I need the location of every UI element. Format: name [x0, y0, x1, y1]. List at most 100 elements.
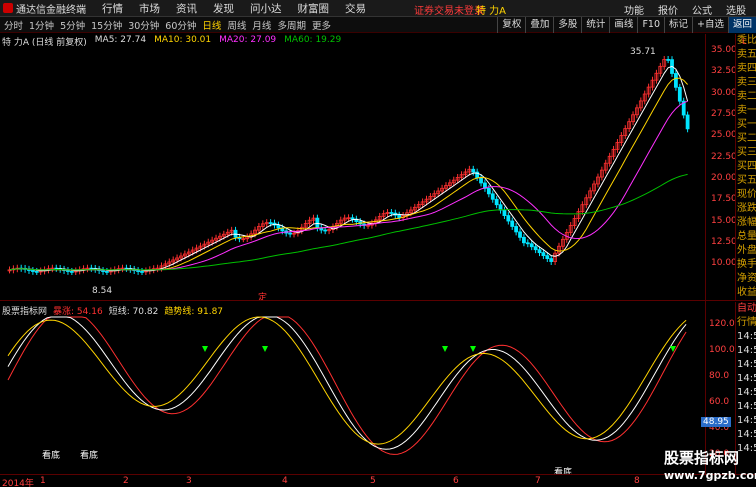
menu-select[interactable]: 选股 [726, 2, 746, 17]
indicator-line [7, 316, 687, 450]
candlestick [654, 69, 659, 84]
tab-30min[interactable]: 30分钟 [128, 18, 159, 32]
candlestick [685, 111, 690, 133]
candlestick [662, 55, 667, 70]
tab-more[interactable]: 更多 [312, 18, 331, 32]
candlestick [576, 208, 581, 223]
tab-5min[interactable]: 5分钟 [60, 18, 85, 32]
candlestick [642, 90, 647, 105]
candlestick [116, 265, 121, 274]
back-button[interactable]: 返回 [727, 17, 756, 33]
candlestick [658, 62, 663, 77]
l-badge: L [742, 37, 747, 46]
ask2-label: 卖二 [737, 91, 756, 102]
watermark-title: 股票指标网 [664, 449, 740, 467]
tab-timeshare[interactable]: 分时 [4, 18, 23, 32]
indicator-line [7, 316, 687, 445]
f10-button[interactable]: F10 [637, 17, 664, 33]
price-axis-label: 35.00 [711, 45, 737, 55]
candlestick [69, 267, 74, 276]
menu-formula[interactable]: 公式 [692, 2, 712, 17]
stats-button[interactable]: 统计 [581, 17, 609, 33]
candlestick [611, 145, 616, 160]
candlestick [553, 249, 557, 265]
indicator-axis-label: 120.0 [709, 319, 735, 329]
date-label: 7 [535, 476, 541, 486]
indicator-line1: 暴涨: 54.16 [53, 307, 103, 317]
bid1-label: 买一 [737, 119, 756, 130]
menu-quote[interactable]: 报价 [658, 2, 678, 17]
candlestick [599, 166, 604, 181]
tab-monthly[interactable]: 月线 [252, 18, 271, 32]
menu-item-market[interactable]: 市场 [139, 1, 160, 16]
price-axis-label: 10.00 [711, 258, 737, 268]
tab-1min[interactable]: 1分钟 [29, 18, 54, 32]
mark-button[interactable]: 标记 [664, 17, 692, 33]
bottom-signal-label: 看底 [554, 466, 572, 474]
menu-function[interactable]: 功能 [624, 2, 644, 17]
date-axis: 2014年 1 2 3 4 5 6 7 8 [0, 474, 756, 487]
menu-item-wealth[interactable]: 财富圈 [298, 1, 330, 16]
app-title: 通达信金融终端 [16, 4, 86, 16]
price-axis-label: 32.50 [711, 66, 737, 76]
indicator-line [7, 316, 687, 455]
toolbar-right: 复权 叠加 多股 统计 画线 F10 标记 +自选 返回 [497, 17, 756, 33]
candlestick [19, 264, 24, 272]
candlestick [572, 215, 577, 229]
candlestick [27, 265, 31, 274]
candlestick [619, 132, 624, 146]
indicator-chart[interactable]: 看底 看底看底 [0, 302, 705, 474]
tab-15min[interactable]: 15分钟 [91, 18, 122, 32]
menu-item-trade[interactable]: 交易 [345, 1, 366, 16]
tab-60min[interactable]: 60分钟 [165, 18, 196, 32]
tick-time: 14:56 [737, 331, 756, 342]
candlestick [89, 264, 94, 272]
tab-multi[interactable]: 多周期 [277, 18, 306, 32]
stock-title: 特 力A (日线 前复权) [2, 38, 87, 48]
indicator-axis-label: 60.0 [709, 397, 730, 407]
bid2-label: 买二 [737, 133, 756, 144]
menu-item-discover[interactable]: 发现 [213, 1, 234, 16]
candlestick [681, 97, 686, 119]
candlestick [650, 76, 655, 91]
draw-button[interactable]: 画线 [609, 17, 637, 33]
candlestick [260, 220, 265, 230]
ma5-label: MA5: 27.74 [94, 35, 147, 45]
tab-daily[interactable]: 日线 [202, 18, 221, 32]
candlestick [666, 55, 671, 64]
candlestick [584, 194, 589, 209]
candlestick [319, 224, 324, 234]
candlestick [159, 262, 164, 272]
multi-stock-button[interactable]: 多股 [553, 17, 581, 33]
candlestick [264, 219, 269, 228]
ma-line [9, 77, 688, 271]
tick-time: 14:56 [737, 387, 756, 398]
add-watch-button[interactable]: +自选 [692, 17, 728, 33]
menu-item-news[interactable]: 资讯 [176, 1, 197, 16]
tick-time: 14:56 [737, 373, 756, 384]
watermark-url: www.7gpzb.com [664, 469, 756, 482]
bottom-signal-label: 看底 [80, 449, 98, 461]
ask1-label: 卖一 [737, 105, 756, 116]
overlay-button[interactable]: 叠加 [525, 17, 553, 33]
ma10-label: MA10: 30.01 [154, 35, 212, 45]
candlestick [674, 70, 678, 91]
menu-item-quotes[interactable]: 行情 [102, 1, 123, 16]
menu-item-ask[interactable]: 问小达 [250, 1, 282, 16]
candlestick [101, 267, 105, 275]
candlestick [494, 195, 499, 209]
tab-weekly[interactable]: 周线 [227, 18, 246, 32]
candlestick [245, 233, 250, 243]
candlestick-chart[interactable]: 35.71 8.54 定 [0, 34, 705, 300]
sell-signal-arrow [470, 346, 476, 352]
date-label: 2014年 [2, 479, 34, 487]
login-warning[interactable]: 证券交易未登录 [414, 2, 484, 17]
bid5-label: 买五 [737, 175, 756, 186]
candlestick [615, 139, 620, 153]
candlestick [588, 187, 593, 202]
candlestick [120, 264, 125, 273]
restore-button[interactable]: 复权 [497, 17, 525, 33]
ask4-label: 卖四 [737, 63, 756, 74]
candlestick [342, 214, 347, 224]
ma-line [9, 65, 689, 272]
